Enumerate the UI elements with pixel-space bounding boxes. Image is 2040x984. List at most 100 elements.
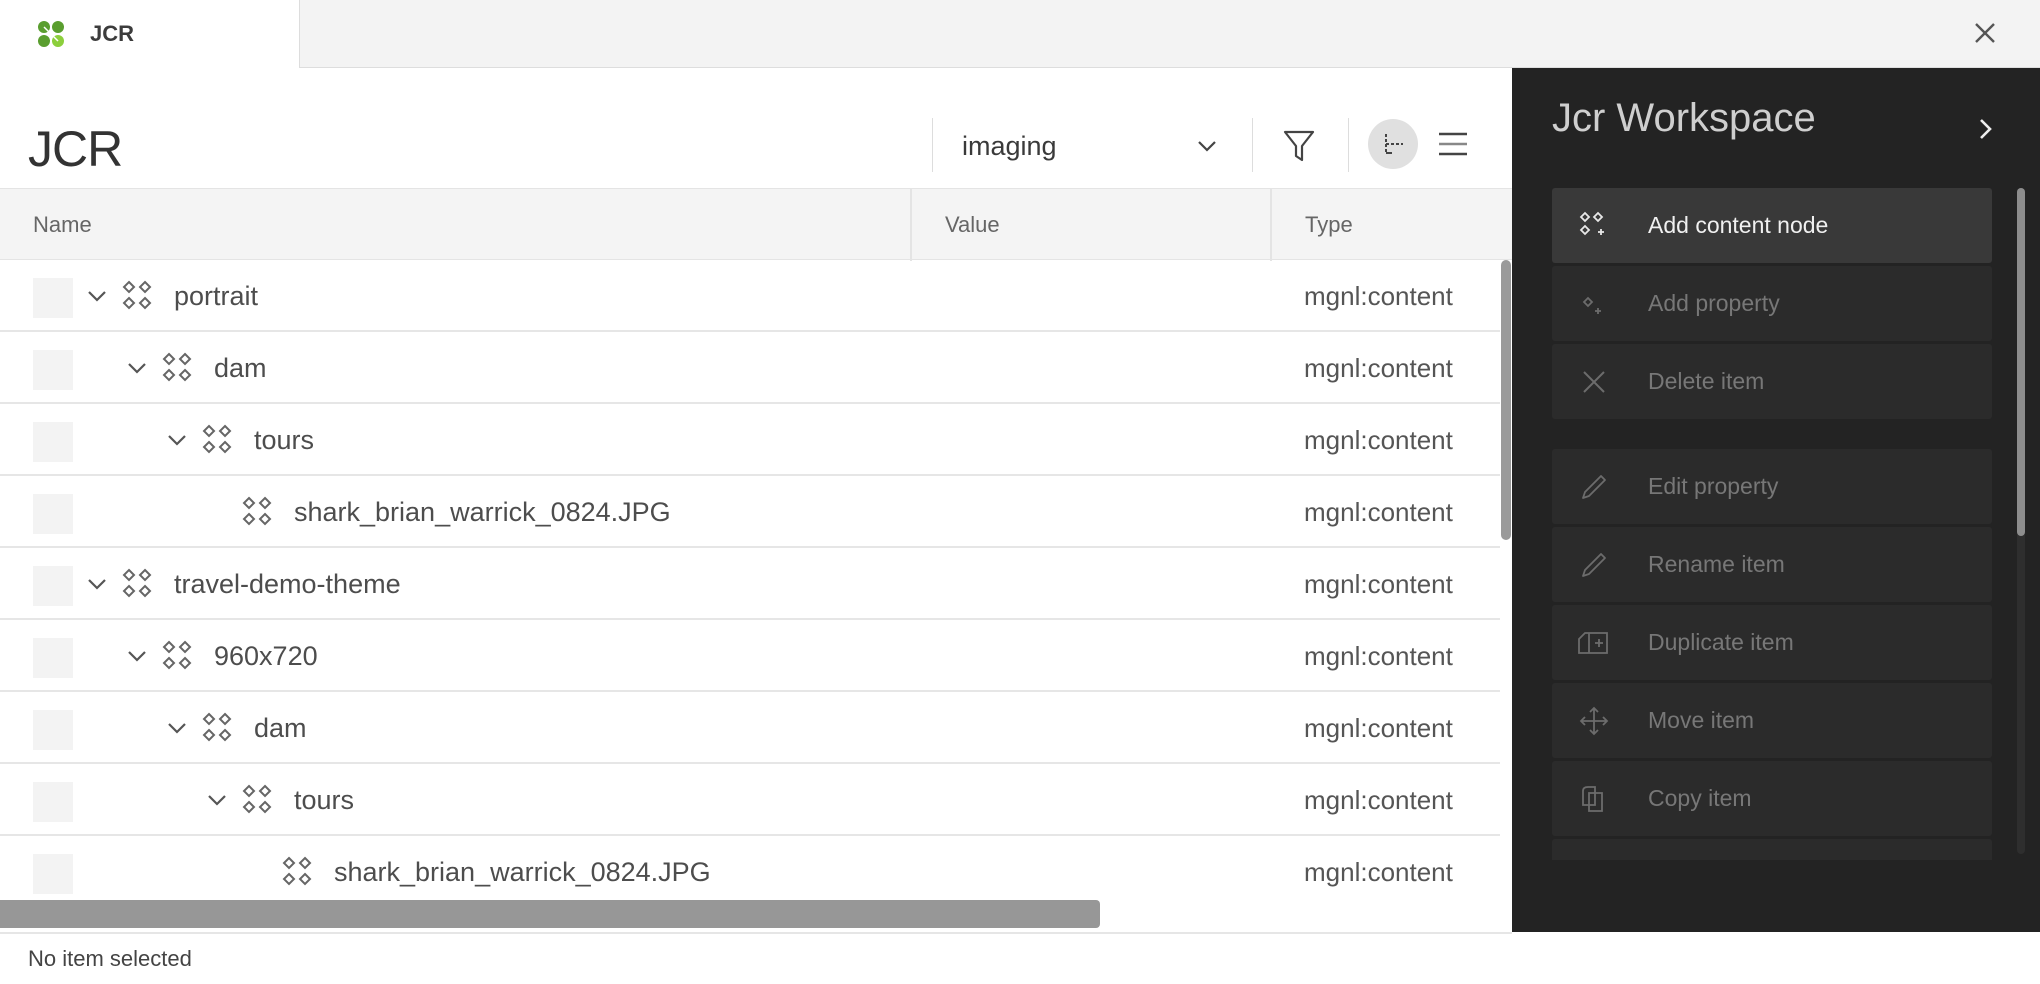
row-checkbox[interactable] xyxy=(33,422,73,462)
action-label: Edit property xyxy=(1648,473,1779,499)
action-label: Add property xyxy=(1648,290,1780,316)
node-name: 960x720 xyxy=(214,640,318,671)
table-header: Name Value Type xyxy=(0,188,1512,261)
selection-status: No item selected xyxy=(28,946,192,971)
close-icon[interactable] xyxy=(1970,18,2000,48)
action-copy-item[interactable]: Copy item xyxy=(1552,761,1992,836)
content-node-icon xyxy=(280,854,316,890)
table-row[interactable]: shark_brian_warrick_0824.JPG mgnl:content xyxy=(0,836,1500,900)
node-name: dam xyxy=(254,712,307,743)
row-checkbox[interactable] xyxy=(33,710,73,750)
action-add-property[interactable]: Add property xyxy=(1552,266,1992,341)
chevron-down-icon[interactable] xyxy=(164,427,190,453)
table-row[interactable]: dam mgnl:content xyxy=(0,692,1500,764)
content-node-icon xyxy=(120,566,156,602)
row-type-cell: mgnl:content xyxy=(1304,280,1453,311)
row-checkbox[interactable] xyxy=(33,278,73,318)
action-label: Delete item xyxy=(1648,368,1765,394)
toolbar-divider xyxy=(1252,118,1253,172)
column-header-name[interactable]: Name xyxy=(0,189,912,261)
filter-button[interactable] xyxy=(1274,121,1324,171)
row-type-cell: mgnl:content xyxy=(1304,712,1453,743)
table-row[interactable]: tours mgnl:content xyxy=(0,764,1500,836)
status-bar: No item selected xyxy=(0,932,1512,984)
magnolia-logo-icon xyxy=(38,21,64,47)
jcr-browser: JCR imaging Name Value Type portrait mgnl… xyxy=(0,68,1512,932)
row-checkbox[interactable] xyxy=(33,854,73,894)
node-name: shark_brian_warrick_0824.JPG xyxy=(294,496,671,527)
column-header-type[interactable]: Type xyxy=(1272,189,1512,261)
action-rename-item[interactable]: Rename item xyxy=(1552,527,1992,602)
tab-jcr[interactable]: JCR xyxy=(0,0,300,68)
row-type-cell: mgnl:content xyxy=(1304,352,1453,383)
vertical-scrollbar[interactable] xyxy=(1501,260,1511,540)
node-name: tours xyxy=(294,784,355,815)
chevron-down-icon[interactable] xyxy=(124,355,150,381)
chevron-down-icon xyxy=(1198,141,1216,152)
table-body: portrait mgnl:content dam mgnl:content tours… xyxy=(0,260,1500,900)
action-partially-visible[interactable] xyxy=(1552,839,1992,860)
content-node-icon xyxy=(240,494,276,530)
list-view-button[interactable] xyxy=(1428,119,1478,169)
add-property-icon xyxy=(1574,284,1614,324)
row-type-cell: mgnl:content xyxy=(1304,496,1453,527)
row-checkbox[interactable] xyxy=(33,350,73,390)
action-edit-property[interactable]: Edit property xyxy=(1552,449,1992,524)
tab-bar: JCR xyxy=(0,0,2040,68)
workspace-select-value: imaging xyxy=(962,130,1057,161)
action-label: Duplicate item xyxy=(1648,629,1794,655)
chevron-down-icon[interactable] xyxy=(84,283,110,309)
tree-view-button[interactable] xyxy=(1368,119,1418,169)
panel-scrollbar-thumb[interactable] xyxy=(2017,188,2025,536)
chevron-down-icon[interactable] xyxy=(204,787,230,813)
row-name-cell: 960x720 xyxy=(124,620,318,692)
content-node-icon xyxy=(160,350,196,386)
action-move-item[interactable]: Move item xyxy=(1552,683,1992,758)
horizontal-scrollbar[interactable] xyxy=(0,900,1100,928)
table-row[interactable]: portrait mgnl:content xyxy=(0,260,1500,332)
table-row[interactable]: tours mgnl:content xyxy=(0,404,1500,476)
row-name-cell: travel-demo-theme xyxy=(84,548,401,620)
action-label: Rename item xyxy=(1648,551,1785,577)
action-add-content-node[interactable]: Add content node xyxy=(1552,188,1992,263)
workspace-select[interactable]: imaging xyxy=(940,116,1230,176)
action-label: Copy item xyxy=(1648,785,1752,811)
table-row[interactable]: shark_brian_warrick_0824.JPG mgnl:content xyxy=(0,476,1500,548)
chevron-down-icon[interactable] xyxy=(84,571,110,597)
chevron-down-icon[interactable] xyxy=(164,715,190,741)
row-type-cell: mgnl:content xyxy=(1304,640,1453,671)
table-row[interactable]: travel-demo-theme mgnl:content xyxy=(0,548,1500,620)
chevron-down-icon[interactable] xyxy=(124,643,150,669)
row-type-cell: mgnl:content xyxy=(1304,424,1453,455)
row-checkbox[interactable] xyxy=(33,566,73,606)
duplicate-icon xyxy=(1574,623,1614,663)
row-type-cell: mgnl:content xyxy=(1304,856,1453,887)
row-checkbox[interactable] xyxy=(33,494,73,534)
move-icon xyxy=(1574,701,1614,741)
content-node-icon xyxy=(240,782,276,818)
filter-icon xyxy=(1283,130,1315,162)
action-list: Add content node Add property Delete item E… xyxy=(1552,188,1992,860)
table-row[interactable]: dam mgnl:content xyxy=(0,332,1500,404)
chevron-right-icon[interactable] xyxy=(1970,114,2000,144)
row-checkbox[interactable] xyxy=(33,782,73,822)
toolbar-divider xyxy=(1348,118,1349,172)
node-name: portrait xyxy=(174,280,259,311)
node-name: tours xyxy=(254,424,315,455)
row-name-cell: shark_brian_warrick_0824.JPG xyxy=(204,476,671,548)
action-delete-item[interactable]: Delete item xyxy=(1552,344,1992,419)
pencil-icon xyxy=(1574,467,1614,507)
content-node-icon xyxy=(120,278,156,314)
content-node-icon xyxy=(200,422,236,458)
row-name-cell: dam xyxy=(164,692,307,764)
page-title: JCR xyxy=(28,121,123,177)
column-header-value[interactable]: Value xyxy=(912,189,1272,261)
action-duplicate-item[interactable]: Duplicate item xyxy=(1552,605,1992,680)
row-checkbox[interactable] xyxy=(33,638,73,678)
panel-scrollbar[interactable] xyxy=(2017,188,2025,854)
row-type-cell: mgnl:content xyxy=(1304,568,1453,599)
node-name: shark_brian_warrick_0824.JPG xyxy=(334,856,711,887)
delete-icon xyxy=(1574,362,1614,402)
table-row[interactable]: 960x720 mgnl:content xyxy=(0,620,1500,692)
